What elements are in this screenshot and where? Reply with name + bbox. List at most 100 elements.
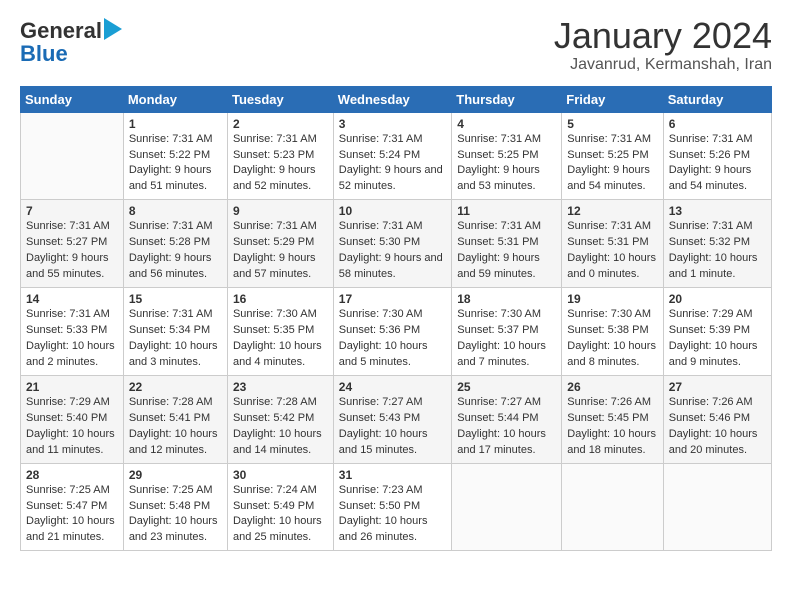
week-row-2: 7 Sunrise: 7:31 AMSunset: 5:27 PMDaylight… <box>21 200 772 288</box>
day-number: 21 <box>26 380 118 394</box>
logo-general: General <box>20 18 102 44</box>
week-row-5: 28 Sunrise: 7:25 AMSunset: 5:47 PMDayligh… <box>21 463 772 551</box>
cell-w3-d6: 19 Sunrise: 7:30 AMSunset: 5:38 PMDayligh… <box>562 288 663 376</box>
day-number: 10 <box>339 204 446 218</box>
cell-details: Sunrise: 7:31 AMSunset: 5:22 PMDaylight:… <box>129 133 213 193</box>
day-number: 31 <box>339 468 446 482</box>
calendar-table: SundayMondayTuesdayWednesdayThursdayFrid… <box>20 86 772 552</box>
cell-details: Sunrise: 7:31 AMSunset: 5:34 PMDaylight:… <box>129 308 218 368</box>
logo: General Blue <box>20 16 130 67</box>
cell-details: Sunrise: 7:28 AMSunset: 5:41 PMDaylight:… <box>129 396 218 456</box>
cell-w4-d3: 23Sunrise: 7:28 AMSunset: 5:42 PMDayligh… <box>227 375 333 463</box>
cell-details: Sunrise: 7:26 AMSunset: 5:46 PMDaylight:… <box>669 396 758 456</box>
week-row-1: 1 Sunrise: 7:31 AMSunset: 5:22 PMDaylight… <box>21 112 772 200</box>
day-number: 11 <box>457 204 556 218</box>
cell-details: Sunrise: 7:30 AMSunset: 5:37 PMDaylight:… <box>457 308 546 368</box>
month-title: January 2024 <box>554 16 772 56</box>
cell-w2-d1: 7 Sunrise: 7:31 AMSunset: 5:27 PMDaylight… <box>21 200 124 288</box>
cell-w5-d6 <box>562 463 663 551</box>
cell-details: Sunrise: 7:31 AMSunset: 5:25 PMDaylight:… <box>567 133 651 193</box>
col-header-wednesday: Wednesday <box>333 86 451 112</box>
cell-w3-d1: 14 Sunrise: 7:31 AMSunset: 5:33 PMDayligh… <box>21 288 124 376</box>
cell-details: Sunrise: 7:29 AMSunset: 5:40 PMDaylight:… <box>26 396 115 456</box>
cell-w1-d3: 2 Sunrise: 7:31 AMSunset: 5:23 PMDaylight… <box>227 112 333 200</box>
cell-w1-d1 <box>21 112 124 200</box>
header-row: SundayMondayTuesdayWednesdayThursdayFrid… <box>21 86 772 112</box>
page-container: General Blue January 2024 Javanrud, Kerm… <box>0 0 792 561</box>
cell-w4-d5: 25 Sunrise: 7:27 AMSunset: 5:44 PMDayligh… <box>452 375 562 463</box>
cell-w2-d3: 9Sunrise: 7:31 AMSunset: 5:29 PMDaylight… <box>227 200 333 288</box>
cell-w2-d5: 11 Sunrise: 7:31 AMSunset: 5:31 PMDayligh… <box>452 200 562 288</box>
day-number: 1 <box>129 117 222 131</box>
col-header-sunday: Sunday <box>21 86 124 112</box>
cell-details: Sunrise: 7:31 AMSunset: 5:23 PMDaylight:… <box>233 133 317 193</box>
day-number: 7 <box>26 204 118 218</box>
day-number: 30 <box>233 468 328 482</box>
cell-w5-d7 <box>663 463 771 551</box>
cell-details: Sunrise: 7:27 AMSunset: 5:43 PMDaylight:… <box>339 396 428 456</box>
cell-w2-d2: 8Sunrise: 7:31 AMSunset: 5:28 PMDaylight… <box>123 200 227 288</box>
day-number: 25 <box>457 380 556 394</box>
day-number: 9 <box>233 204 328 218</box>
cell-w4-d1: 21 Sunrise: 7:29 AMSunset: 5:40 PMDayligh… <box>21 375 124 463</box>
cell-details: Sunrise: 7:31 AMSunset: 5:24 PMDaylight:… <box>339 133 443 193</box>
day-number: 22 <box>129 380 222 394</box>
day-number: 5 <box>567 117 657 131</box>
day-number: 29 <box>129 468 222 482</box>
cell-details: Sunrise: 7:30 AMSunset: 5:35 PMDaylight:… <box>233 308 322 368</box>
cell-w3-d4: 17 Sunrise: 7:30 AMSunset: 5:36 PMDayligh… <box>333 288 451 376</box>
day-number: 13 <box>669 204 766 218</box>
week-row-3: 14 Sunrise: 7:31 AMSunset: 5:33 PMDayligh… <box>21 288 772 376</box>
cell-details: Sunrise: 7:30 AMSunset: 5:38 PMDaylight:… <box>567 308 656 368</box>
cell-details: Sunrise: 7:30 AMSunset: 5:36 PMDaylight:… <box>339 308 428 368</box>
col-header-tuesday: Tuesday <box>227 86 333 112</box>
cell-details: Sunrise: 7:31 AMSunset: 5:26 PMDaylight:… <box>669 133 753 193</box>
cell-w3-d5: 18 Sunrise: 7:30 AMSunset: 5:37 PMDayligh… <box>452 288 562 376</box>
day-number: 16 <box>233 292 328 306</box>
day-number: 27 <box>669 380 766 394</box>
cell-w1-d4: 3Sunrise: 7:31 AMSunset: 5:24 PMDaylight… <box>333 112 451 200</box>
day-number: 15 <box>129 292 222 306</box>
cell-w3-d2: 15 Sunrise: 7:31 AMSunset: 5:34 PMDayligh… <box>123 288 227 376</box>
day-number: 2 <box>233 117 328 131</box>
day-number: 4 <box>457 117 556 131</box>
day-number: 24 <box>339 380 446 394</box>
cell-w5-d5 <box>452 463 562 551</box>
location: Javanrud, Kermanshah, Iran <box>554 56 772 74</box>
day-number: 19 <box>567 292 657 306</box>
day-number: 6 <box>669 117 766 131</box>
title-block: January 2024 Javanrud, Kermanshah, Iran <box>554 16 772 74</box>
col-header-monday: Monday <box>123 86 227 112</box>
cell-w5-d2: 29Sunrise: 7:25 AMSunset: 5:48 PMDayligh… <box>123 463 227 551</box>
cell-details: Sunrise: 7:31 AMSunset: 5:31 PMDaylight:… <box>457 220 541 280</box>
cell-w5-d4: 31 Sunrise: 7:23 AMSunset: 5:50 PMDayligh… <box>333 463 451 551</box>
day-number: 20 <box>669 292 766 306</box>
cell-w1-d7: 6 Sunrise: 7:31 AMSunset: 5:26 PMDaylight… <box>663 112 771 200</box>
day-number: 28 <box>26 468 118 482</box>
cell-details: Sunrise: 7:25 AMSunset: 5:47 PMDaylight:… <box>26 484 115 544</box>
day-number: 12 <box>567 204 657 218</box>
col-header-saturday: Saturday <box>663 86 771 112</box>
cell-details: Sunrise: 7:31 AMSunset: 5:25 PMDaylight:… <box>457 133 541 193</box>
cell-w1-d5: 4 Sunrise: 7:31 AMSunset: 5:25 PMDaylight… <box>452 112 562 200</box>
day-number: 18 <box>457 292 556 306</box>
cell-w4-d4: 24 Sunrise: 7:27 AMSunset: 5:43 PMDayligh… <box>333 375 451 463</box>
cell-w4-d7: 27 Sunrise: 7:26 AMSunset: 5:46 PMDayligh… <box>663 375 771 463</box>
cell-w3-d7: 20Sunrise: 7:29 AMSunset: 5:39 PMDayligh… <box>663 288 771 376</box>
cell-details: Sunrise: 7:27 AMSunset: 5:44 PMDaylight:… <box>457 396 546 456</box>
cell-details: Sunrise: 7:23 AMSunset: 5:50 PMDaylight:… <box>339 484 428 544</box>
cell-w1-d6: 5 Sunrise: 7:31 AMSunset: 5:25 PMDaylight… <box>562 112 663 200</box>
cell-details: Sunrise: 7:31 AMSunset: 5:32 PMDaylight:… <box>669 220 758 280</box>
cell-details: Sunrise: 7:28 AMSunset: 5:42 PMDaylight:… <box>233 396 322 456</box>
day-number: 14 <box>26 292 118 306</box>
cell-w1-d2: 1 Sunrise: 7:31 AMSunset: 5:22 PMDaylight… <box>123 112 227 200</box>
cell-details: Sunrise: 7:31 AMSunset: 5:28 PMDaylight:… <box>129 220 213 280</box>
cell-details: Sunrise: 7:31 AMSunset: 5:31 PMDaylight:… <box>567 220 656 280</box>
cell-w2-d7: 13 Sunrise: 7:31 AMSunset: 5:32 PMDayligh… <box>663 200 771 288</box>
cell-details: Sunrise: 7:31 AMSunset: 5:27 PMDaylight:… <box>26 220 110 280</box>
cell-w4-d6: 26Sunrise: 7:26 AMSunset: 5:45 PMDayligh… <box>562 375 663 463</box>
week-row-4: 21 Sunrise: 7:29 AMSunset: 5:40 PMDayligh… <box>21 375 772 463</box>
cell-details: Sunrise: 7:31 AMSunset: 5:33 PMDaylight:… <box>26 308 115 368</box>
header: General Blue January 2024 Javanrud, Kerm… <box>20 16 772 74</box>
day-number: 17 <box>339 292 446 306</box>
